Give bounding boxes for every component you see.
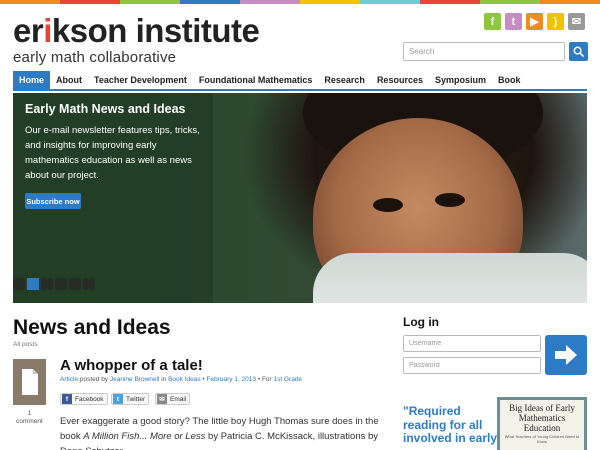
slider-dot[interactable]: [69, 278, 81, 290]
brand-stripe-segment: [180, 0, 240, 4]
share-facebook-button[interactable]: f Facebook: [60, 393, 108, 405]
nav-item-research[interactable]: Research: [318, 71, 371, 89]
article-icon: [13, 359, 46, 405]
post-type-link[interactable]: Article: [60, 376, 78, 383]
password-field[interactable]: [403, 357, 541, 374]
post-meta-separator: •: [257, 376, 261, 383]
comment-count[interactable]: 1 comment: [13, 410, 46, 426]
brand-color-stripe: [0, 0, 600, 4]
twitter-icon: t: [113, 394, 123, 404]
slider-dot[interactable]: [41, 278, 53, 290]
post-meta-text: in: [161, 376, 167, 383]
brand-stripe-segment: [120, 0, 180, 4]
all-posts-link[interactable]: All posts: [13, 341, 38, 348]
nav-item-book[interactable]: Book: [492, 71, 527, 89]
arrow-right-icon: [555, 345, 577, 365]
logo-text-pre: er: [13, 12, 44, 49]
slider-dot[interactable]: [13, 278, 25, 290]
post-date-link[interactable]: February 1, 2013: [207, 376, 257, 383]
logo-subtitle: early math collaborative: [13, 49, 177, 66]
book-promo-quote[interactable]: "Required reading for all involved in ea…: [403, 404, 498, 446]
share-email-label: Email: [170, 395, 187, 403]
username-field[interactable]: [403, 335, 541, 352]
post-meta-text: For: [261, 376, 272, 383]
youtube-icon[interactable]: ▶: [526, 13, 543, 30]
nav-item-symposium[interactable]: Symposium: [429, 71, 492, 89]
slider-pager: [13, 278, 95, 290]
brand-stripe-segment: [420, 0, 480, 4]
share-email-button[interactable]: ✉ Email: [155, 393, 191, 405]
email-icon[interactable]: ✉: [568, 13, 585, 30]
nav-item-foundational-mathematics[interactable]: Foundational Mathematics: [193, 71, 319, 89]
book-cover-inner: Big Ideas of Early Mathematics Education…: [500, 400, 584, 450]
twitter-icon[interactable]: t: [505, 13, 522, 30]
post-title[interactable]: A whopper of a tale!: [60, 357, 203, 374]
hero-description: Our e-mail newsletter features tips, tri…: [25, 125, 200, 181]
logo-wordmark: erikson institute: [13, 12, 260, 49]
facebook-icon: f: [62, 394, 72, 404]
post-category-link[interactable]: Book Ideas: [168, 376, 201, 383]
social-links: f t ▶) ✉: [484, 13, 585, 30]
search-icon: [573, 46, 584, 57]
hero-photo-eye: [435, 193, 465, 207]
brand-stripe-segment: [240, 0, 300, 4]
logo-text-post: kson institute: [51, 12, 260, 49]
brand-stripe-segment: [60, 0, 120, 4]
book-cover[interactable]: Big Ideas of Early Mathematics Education…: [497, 397, 587, 450]
brand-stripe-segment: [360, 0, 420, 4]
post-excerpt-book-title: A Million Fish... More or Less: [83, 431, 206, 442]
book-cover-title: Big Ideas of Early Mathematics Education: [509, 403, 575, 433]
news-heading: News and Ideas: [13, 316, 171, 339]
comment-count-number: 1: [27, 410, 32, 417]
post-meta-text: posted by: [79, 376, 109, 383]
slider-dot[interactable]: [55, 278, 67, 290]
site-logo[interactable]: erikson institute early math collaborati…: [13, 12, 260, 67]
share-twitter-button[interactable]: t Twitter: [111, 393, 150, 405]
share-twitter-label: Twitter: [126, 395, 146, 403]
slider-dot[interactable]: [83, 278, 95, 290]
slider-dot[interactable]: [27, 278, 39, 290]
brand-stripe-segment: [0, 0, 60, 4]
login-heading: Log in: [403, 315, 439, 329]
post-excerpt: Ever exaggerate a good story? The little…: [60, 414, 380, 450]
hero-photo-shirt: [313, 253, 587, 303]
nav-item-home[interactable]: Home: [13, 71, 51, 89]
post-audience-link[interactable]: 1st Grade: [274, 376, 303, 383]
brand-stripe-segment: [540, 0, 600, 4]
main-nav: Home About Teacher Development Foundational…: [13, 71, 587, 91]
nav-item-about[interactable]: About: [50, 71, 88, 89]
subscribe-button[interactable]: Subscribe now: [25, 193, 81, 209]
logo-text-accent: i: [43, 12, 52, 49]
login-submit-button[interactable]: [545, 335, 587, 375]
hero-photo-eye: [373, 198, 403, 212]
brand-stripe-segment: [480, 0, 540, 4]
hero-title: Early Math News and Ideas: [25, 102, 186, 116]
search-input[interactable]: [403, 42, 565, 61]
post-author-link[interactable]: Jeanine Brownell: [110, 376, 160, 383]
nav-item-resources[interactable]: Resources: [371, 71, 429, 89]
nav-item-teacher-development[interactable]: Teacher Development: [88, 71, 193, 89]
brand-stripe-segment: [300, 0, 360, 4]
book-cover-subtitle: What Teachers of Young Children Need to …: [504, 434, 580, 444]
facebook-icon[interactable]: f: [484, 13, 501, 30]
post-meta: Article posted by Jeanine Brownell in Bo…: [60, 376, 302, 383]
comment-count-label: comment: [16, 418, 43, 425]
rss-icon[interactable]: ): [547, 13, 564, 30]
post-meta-separator: •: [202, 376, 205, 383]
share-facebook-label: Facebook: [75, 395, 104, 403]
search-button[interactable]: [569, 42, 588, 61]
hero-slider: Early Math News and Ideas Our e-mail new…: [13, 93, 587, 303]
email-icon: ✉: [157, 394, 167, 404]
